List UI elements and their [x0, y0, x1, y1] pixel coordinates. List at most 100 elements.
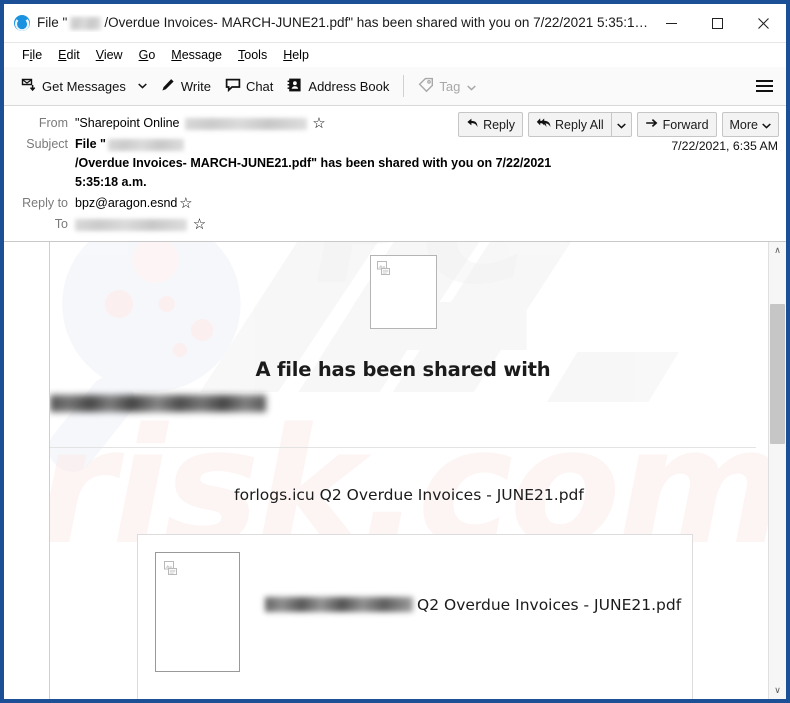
reply-to-value[interactable]: bpz@aragon.esnd ☆	[75, 194, 786, 213]
scrollbar-thumb[interactable]	[770, 304, 785, 444]
broken-image-icon	[376, 261, 392, 276]
header-row-to: To ☆	[4, 214, 786, 235]
menu-go[interactable]: Go	[131, 45, 164, 65]
reply-all-button[interactable]: Reply All	[528, 112, 611, 137]
thunderbird-message-window: File " /Overdue Invoices- MARCH-JUNE21.p…	[0, 0, 790, 703]
menu-message[interactable]: Message	[163, 45, 230, 65]
subject-value: File " /Overdue Invoices- MARCH-JUNE21.p…	[75, 135, 668, 192]
address-book-button[interactable]: Address Book	[280, 72, 396, 100]
chevron-down-icon	[616, 118, 626, 132]
message-content-area: risk.com PC	[4, 242, 786, 699]
star-icon-from[interactable]: ☆	[312, 114, 327, 133]
address-book-icon	[287, 77, 303, 96]
subject-prefix: File "	[75, 137, 106, 151]
attachment-filename: Q2 Overdue Invoices - JUNE21.pdf	[417, 596, 682, 614]
attachment-card[interactable]: Q2 Overdue Invoices - JUNE21.pdf	[137, 534, 693, 699]
tag-label: Tag	[439, 78, 461, 94]
star-icon-reply-to[interactable]: ☆	[178, 194, 193, 213]
from-label: From	[38, 116, 68, 130]
status-bar	[4, 699, 786, 703]
thunderbird-icon	[13, 14, 31, 32]
body-scrollbar[interactable]: ∧ ∨	[768, 242, 786, 699]
scroll-up-arrow-icon[interactable]: ∧	[769, 242, 786, 259]
window-controls	[648, 4, 786, 42]
subject-suffix: /Overdue Invoices- MARCH-JUNE21.pdf" has…	[75, 156, 552, 170]
to-label: To	[54, 217, 68, 231]
reply-to-address: bpz@aragon.esnd	[75, 196, 178, 210]
share-heading: A file has been shared with	[255, 358, 551, 381]
reply-arrow-icon	[466, 117, 479, 132]
forward-arrow-icon	[645, 117, 659, 132]
subject-label: Subject	[26, 137, 68, 151]
message-gutter	[4, 242, 50, 699]
reply-all-arrow-icon	[536, 117, 551, 132]
reply-all-group: Reply All	[528, 112, 632, 137]
redacted-domain	[70, 16, 102, 30]
title-bar: File " /Overdue Invoices- MARCH-JUNE21.p…	[4, 4, 786, 43]
chat-bubble-icon	[225, 77, 241, 96]
forward-button[interactable]: Forward	[636, 112, 717, 137]
app-menu-button[interactable]	[750, 72, 778, 100]
header-row-subject: Subject File " /Overdue Invoices- MARCH-…	[4, 134, 786, 193]
hamburger-line-2	[755, 85, 773, 87]
more-chevron-down-icon	[762, 118, 771, 132]
main-toolbar: Get Messages Write Chat Address Book Tag	[4, 67, 786, 106]
reply-all-label: Reply All	[555, 117, 604, 132]
scroll-down-arrow-icon[interactable]: ∨	[769, 682, 786, 699]
get-messages-label: Get Messages	[42, 78, 126, 94]
toolbar-separator	[403, 75, 405, 97]
tag-button[interactable]: Tag	[411, 72, 483, 100]
chat-button[interactable]: Chat	[218, 72, 280, 100]
window-title-prefix: File "	[37, 15, 68, 30]
close-button[interactable]	[740, 4, 786, 42]
forward-label: Forward	[662, 117, 709, 132]
window-title: File " /Overdue Invoices- MARCH-JUNE21.p…	[37, 14, 648, 32]
redacted-attachment-owner	[265, 597, 413, 612]
get-messages-button[interactable]: Get Messages	[14, 72, 133, 100]
attachment-thumbnail	[155, 552, 240, 672]
document-thumbnail	[369, 255, 437, 329]
menu-view[interactable]: View	[88, 45, 131, 65]
tag-chevron-down-icon	[467, 79, 477, 94]
menu-tools[interactable]: Tools	[230, 45, 275, 65]
to-value[interactable]: ☆	[75, 215, 786, 234]
reply-button[interactable]: Reply	[458, 112, 524, 137]
message-action-buttons: Reply Reply All Forward More	[453, 112, 779, 137]
pencil-icon	[160, 77, 176, 96]
more-button[interactable]: More	[721, 112, 779, 137]
reply-all-dropdown[interactable]	[610, 112, 632, 137]
header-row-reply-to: Reply to bpz@aragon.esnd ☆	[4, 193, 786, 214]
menu-bar: File Edit View Go Message Tools Help	[4, 43, 786, 67]
shared-filename[interactable]: forlogs.icu Q2 Overdue Invoices - JUNE21…	[50, 448, 768, 504]
reply-to-label: Reply to	[22, 196, 68, 210]
reply-label: Reply	[483, 117, 516, 132]
message-header: Reply Reply All Forward More From "Share…	[4, 106, 786, 242]
minimize-button[interactable]	[648, 4, 694, 42]
maximize-button[interactable]	[694, 4, 740, 42]
hamburger-line-3	[755, 90, 773, 92]
get-messages-icon	[21, 77, 37, 96]
shared-file-panel: A file has been shared with	[50, 255, 756, 448]
email-body: risk.com PC	[50, 242, 768, 699]
more-label: More	[729, 117, 758, 132]
star-icon-to[interactable]: ☆	[192, 215, 207, 234]
redacted-shared-recipient	[50, 395, 266, 412]
redacted-subject-domain	[107, 139, 184, 151]
attachment-label: Q2 Overdue Invoices - JUNE21.pdf	[240, 552, 692, 699]
from-display-name: "Sharepoint Online	[75, 116, 180, 130]
redacted-sender-address	[184, 118, 307, 130]
window-title-suffix: /Overdue Invoices- MARCH-JUNE21.pdf" has…	[104, 15, 648, 30]
redacted-recipient-address	[75, 219, 187, 231]
tag-icon	[418, 77, 434, 96]
write-button[interactable]: Write	[153, 72, 218, 100]
menu-file[interactable]: File	[14, 45, 50, 65]
menu-help[interactable]: Help	[275, 45, 317, 65]
subject-line-2: 5:35:18 a.m.	[75, 175, 147, 189]
address-book-label: Address Book	[308, 78, 390, 94]
hamburger-line-1	[755, 80, 773, 82]
write-label: Write	[180, 78, 211, 94]
get-messages-dropdown[interactable]	[133, 72, 153, 100]
broken-image-icon-attachment	[164, 561, 179, 576]
chat-label: Chat	[245, 78, 274, 94]
menu-edit[interactable]: Edit	[50, 45, 88, 65]
